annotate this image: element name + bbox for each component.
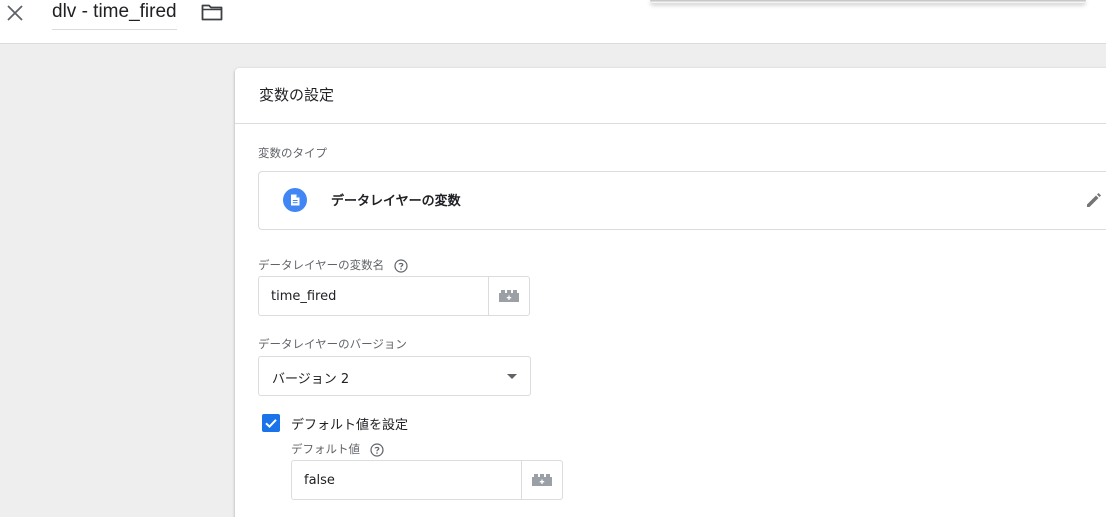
top-bar: dlv - time_fired <box>0 0 1106 44</box>
panel-header: 変数の設定 <box>235 68 1106 124</box>
variable-type-label: 変数のタイプ <box>258 146 327 160</box>
panel-title: 変数の設定 <box>259 86 335 104</box>
help-icon[interactable] <box>394 258 408 273</box>
default-value-checkbox-label[interactable]: デフォルト値を設定 <box>291 414 408 433</box>
version-select-value: バージョン 2 <box>272 372 350 387</box>
variable-title[interactable]: dlv - time_fired <box>52 0 177 24</box>
help-icon[interactable] <box>370 442 384 457</box>
version-label: データレイヤーのバージョン <box>258 337 407 351</box>
document-icon <box>283 188 307 212</box>
var-name-input-group <box>258 276 530 316</box>
var-name-label: データレイヤーの変数名 <box>258 258 385 272</box>
close-icon[interactable] <box>6 4 24 22</box>
folder-icon[interactable] <box>201 3 223 21</box>
default-value-checkbox[interactable] <box>262 414 280 432</box>
variable-picker-button[interactable] <box>521 461 562 499</box>
default-value-input-group <box>291 460 563 500</box>
variable-picker-button[interactable] <box>488 277 529 315</box>
default-value-label-row: デフォルト値 <box>291 441 384 457</box>
variable-type-name: データレイヤーの変数 <box>331 194 461 209</box>
default-value-input[interactable] <box>292 461 521 499</box>
default-value-label: デフォルト値 <box>291 442 360 456</box>
variable-type-card[interactable]: データレイヤーの変数 <box>258 171 1106 230</box>
brick-icon <box>499 290 519 302</box>
overlay-shadow <box>650 0 1086 3</box>
var-name-label-row: データレイヤーの変数名 <box>258 257 408 273</box>
checkmark-icon <box>265 419 277 429</box>
pencil-icon[interactable] <box>1084 190 1104 210</box>
version-select[interactable]: バージョン 2 <box>258 356 531 396</box>
brick-icon <box>532 474 552 486</box>
var-name-input[interactable] <box>259 277 488 315</box>
dropdown-arrow-icon <box>507 374 517 379</box>
variable-name-field[interactable]: dlv - time_fired <box>52 0 177 30</box>
